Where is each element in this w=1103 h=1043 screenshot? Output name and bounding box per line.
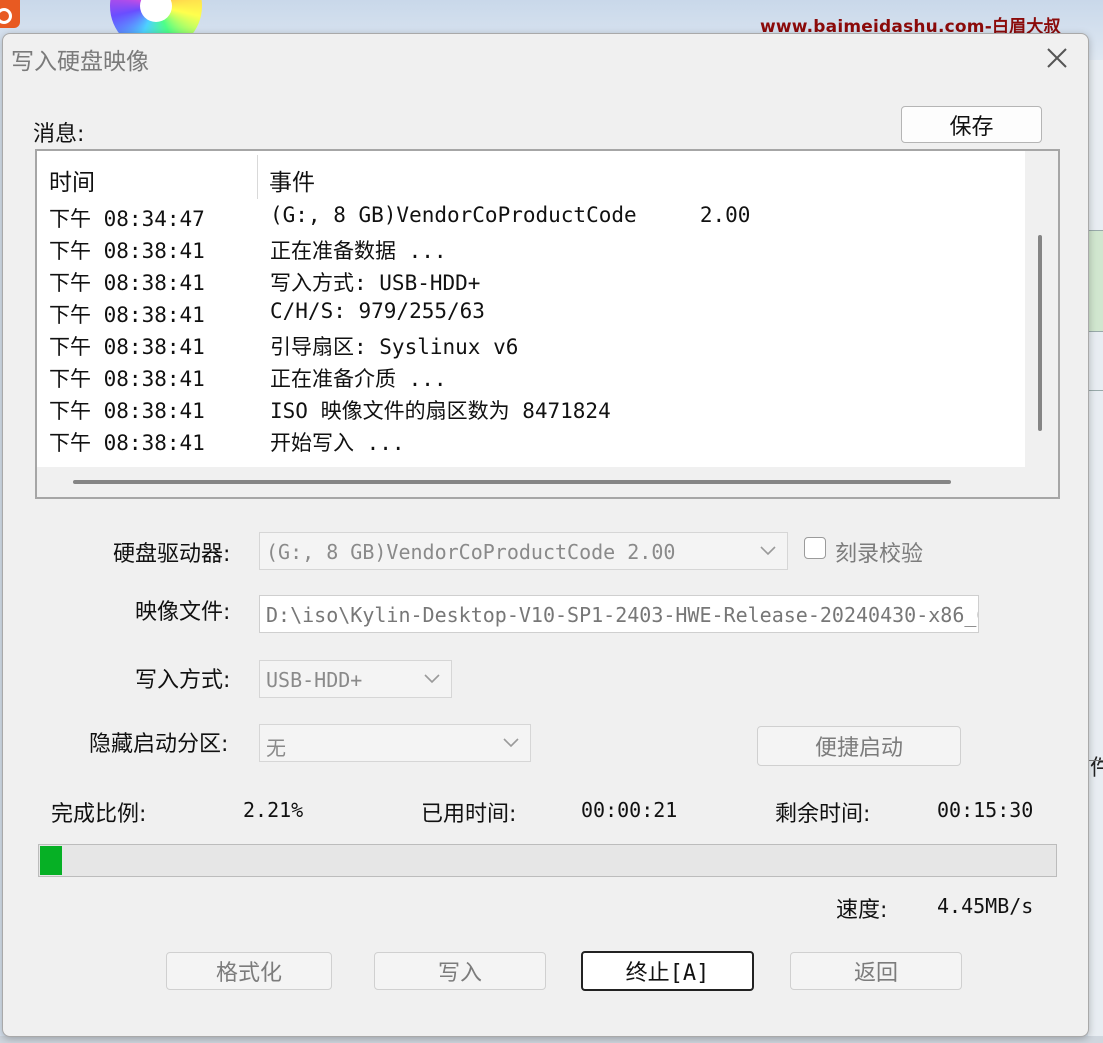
chevron-down-icon (760, 546, 776, 556)
log-row-event: ISO 映像文件的扇区数为 8471824 (270, 399, 611, 423)
write-disk-image-dialog: 写入硬盘映像 消息: 保存 时间 事件 下午 08:34:47 (G:, 8 GB… (2, 33, 1089, 1037)
log-row-event: 写入方式: USB-HDD+ (270, 271, 481, 295)
image-file-label: 映像文件: (135, 600, 231, 625)
background-text-fragment: 件 (1090, 756, 1103, 781)
drive-select[interactable]: (G:, 8 GB)VendorCoProductCode 2.00 (259, 532, 788, 570)
log-row-time: 下午 08:34:47 (49, 207, 205, 231)
percent-label: 完成比例: (51, 802, 147, 827)
column-header-time[interactable]: 时间 (49, 163, 95, 197)
column-separator (257, 155, 258, 199)
horizontal-scrollbar[interactable] (37, 467, 1058, 497)
background-panel (1088, 230, 1103, 332)
log-header: 时间 事件 (37, 151, 1027, 201)
background-divider (1088, 760, 1103, 761)
image-file-value: D:\iso\Kylin-Desktop-V10-SP1-2403-HWE-Re… (266, 603, 979, 627)
verify-label[interactable]: 刻录校验 (835, 536, 923, 568)
horizontal-scroll-thumb[interactable] (73, 480, 951, 484)
desktop-bottom-strip (0, 1036, 1103, 1043)
background-window-fragment: 件 (1088, 60, 1103, 1043)
write-method-label: 写入方式: (135, 668, 231, 693)
log-row-time: 下午 08:38:41 (49, 335, 205, 359)
log-row-event: (G:, 8 GB)VendorCoProductCode 2.00 (270, 203, 751, 227)
column-header-event[interactable]: 事件 (269, 163, 315, 197)
quick-boot-button[interactable]: 便捷启动 (757, 726, 961, 766)
log-rows: 下午 08:34:47 (G:, 8 GB)VendorCoProductCode… (37, 201, 1027, 457)
log-row[interactable]: 下午 08:38:41 写入方式: USB-HDD+ (37, 265, 1027, 297)
log-row[interactable]: 下午 08:38:41 开始写入 ... (37, 425, 1027, 457)
remaining-value: 00:15:30 (937, 798, 1034, 822)
image-file-input[interactable]: D:\iso\Kylin-Desktop-V10-SP1-2403-HWE-Re… (259, 595, 979, 633)
remaining-label: 剩余时间: (775, 802, 871, 827)
log-row[interactable]: 下午 08:38:41 ISO 映像文件的扇区数为 8471824 (37, 393, 1027, 425)
close-icon[interactable] (1041, 42, 1073, 74)
drive-select-value: (G:, 8 GB)VendorCoProductCode 2.00 (266, 540, 676, 564)
log-row[interactable]: 下午 08:38:41 正在准备数据 ... (37, 233, 1027, 265)
log-row-time: 下午 08:38:41 (49, 431, 205, 455)
log-row[interactable]: 下午 08:38:41 C/H/S: 979/255/63 (37, 297, 1027, 329)
log-row-time: 下午 08:38:41 (49, 303, 205, 327)
elapsed-value: 00:00:21 (581, 798, 678, 822)
log-row-event: 正在准备介质 ... (270, 367, 447, 391)
messages-label: 消息: (33, 122, 85, 147)
log-row[interactable]: 下午 08:38:41 正在准备介质 ... (37, 361, 1027, 393)
format-button[interactable]: 格式化 (166, 952, 332, 990)
chevron-down-icon (424, 674, 440, 684)
save-button[interactable]: 保存 (901, 106, 1042, 143)
dialog-title: 写入硬盘映像 (11, 49, 149, 75)
percent-value: 2.21% (243, 798, 304, 822)
speed-value: 4.45MB/s (937, 894, 1034, 918)
hidden-partition-label: 隐藏启动分区: (89, 732, 229, 757)
app-icon (0, 0, 20, 28)
log-row[interactable]: 下午 08:34:47 (G:, 8 GB)VendorCoProductCode… (37, 201, 1027, 233)
write-button[interactable]: 写入 (374, 952, 546, 990)
write-method-value: USB-HDD+ (266, 668, 363, 692)
speed-label: 速度: (836, 898, 888, 923)
progress-fill (40, 846, 62, 875)
message-log[interactable]: 时间 事件 下午 08:34:47 (G:, 8 GB)VendorCoProdu… (35, 149, 1060, 499)
chevron-down-icon (503, 738, 519, 748)
verify-checkbox[interactable] (804, 537, 826, 559)
background-divider (1088, 390, 1103, 391)
vertical-scroll-thumb[interactable] (1038, 235, 1042, 431)
log-row[interactable]: 下午 08:38:41 引导扇区: Syslinux v6 (37, 329, 1027, 361)
log-row-time: 下午 08:38:41 (49, 239, 205, 263)
log-row-event: 开始写入 ... (270, 431, 405, 455)
abort-button[interactable]: 终止[A] (581, 951, 754, 991)
drive-label: 硬盘驱动器: (113, 542, 231, 567)
hidden-partition-select[interactable]: 无 (259, 724, 531, 762)
log-row-event: 引导扇区: Syslinux v6 (270, 335, 519, 359)
log-row-time: 下午 08:38:41 (49, 367, 205, 391)
log-row-time: 下午 08:38:41 (49, 399, 205, 423)
log-row-time: 下午 08:38:41 (49, 271, 205, 295)
log-row-event: 正在准备数据 ... (270, 239, 447, 263)
vertical-scrollbar[interactable] (1025, 151, 1058, 467)
back-button[interactable]: 返回 (790, 952, 962, 990)
progress-bar (38, 844, 1057, 877)
log-row-event: C/H/S: 979/255/63 (270, 299, 485, 323)
write-method-select[interactable]: USB-HDD+ (259, 660, 452, 698)
hidden-partition-value: 无 (266, 736, 286, 760)
elapsed-label: 已用时间: (421, 802, 517, 827)
